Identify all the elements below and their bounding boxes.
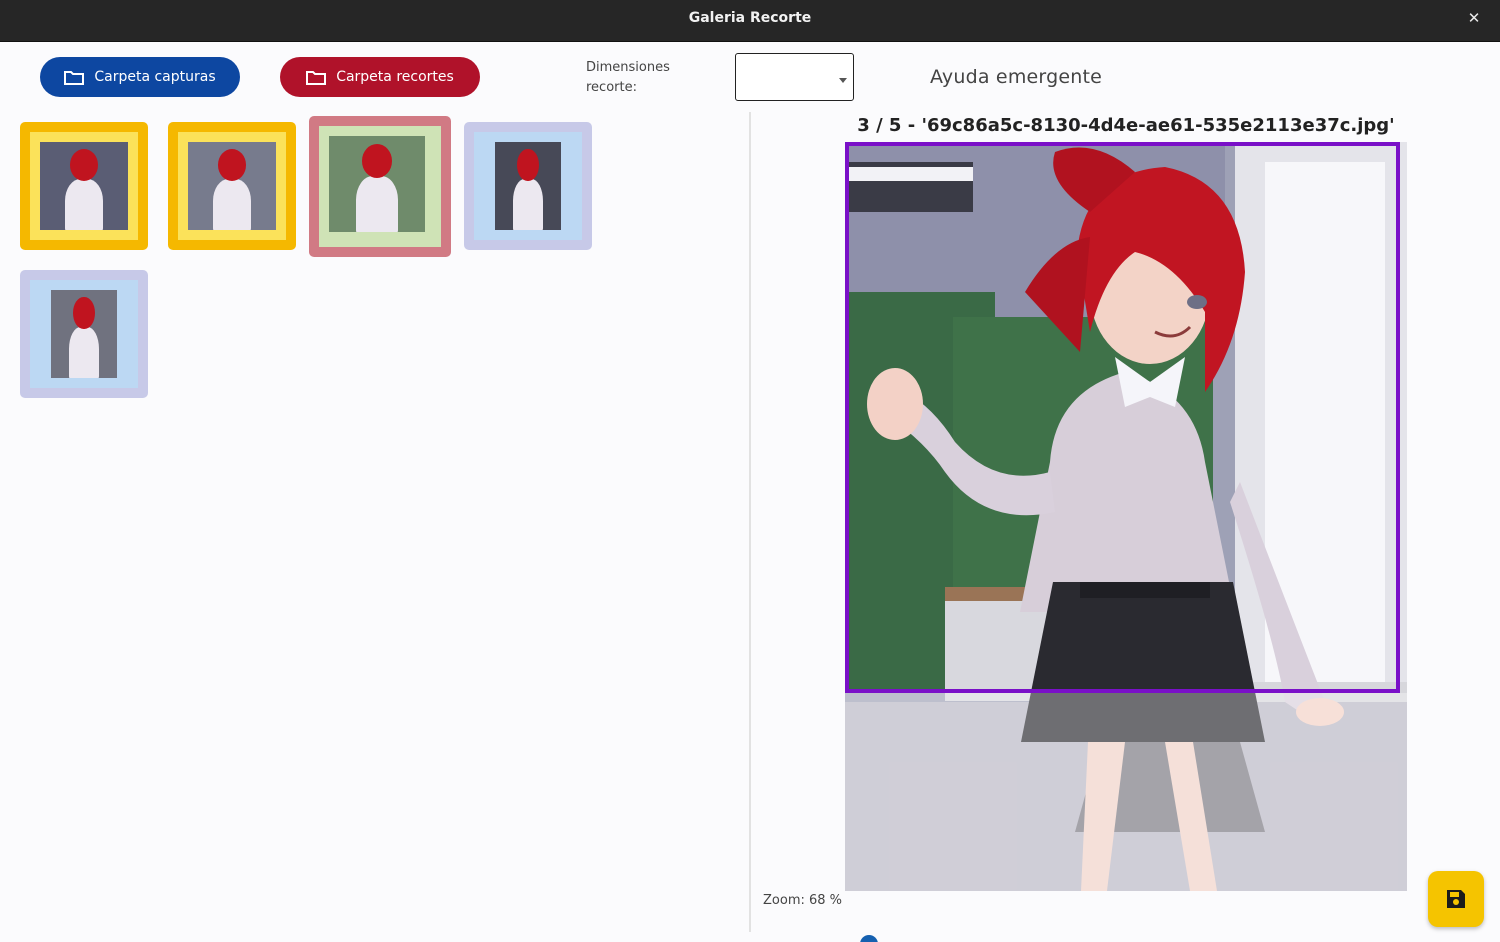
outside-crop-overlay: [845, 693, 1407, 891]
zoom-slider[interactable]: [860, 935, 880, 942]
zoom-slider-handle[interactable]: [860, 935, 878, 942]
thumbnail-5[interactable]: [20, 270, 148, 398]
crop-selection-frame[interactable]: [845, 142, 1400, 693]
title-bar: Galeria Recorte ✕: [0, 0, 1500, 42]
window-title: Galeria Recorte: [688, 10, 812, 26]
captures-folder-button[interactable]: Carpeta capturas: [40, 57, 240, 97]
save-icon: [1447, 890, 1465, 908]
thumbnail-mat: [319, 126, 441, 247]
crops-folder-label: Carpeta recortes: [336, 69, 454, 85]
thumbnail-image: [188, 142, 276, 230]
thumbnail-4[interactable]: [464, 122, 592, 250]
panel-divider[interactable]: [749, 112, 751, 932]
thumbnail-mat: [30, 280, 138, 388]
crops-folder-button[interactable]: Carpeta recortes: [280, 57, 480, 97]
thumbnail-mat: [474, 132, 582, 240]
help-toggle-label[interactable]: Ayuda emergente: [930, 66, 1102, 88]
thumbnail-2[interactable]: [168, 122, 296, 250]
image-caption: 3 / 5 - '69c86a5c-8130-4d4e-ae61-535e211…: [857, 115, 1395, 136]
dimensions-select[interactable]: [735, 53, 854, 101]
zoom-label: Zoom: 68 %: [763, 893, 843, 908]
close-icon[interactable]: ✕: [1464, 8, 1484, 28]
thumbnail-image: [40, 142, 128, 230]
dropdown-caret-icon: [839, 78, 847, 83]
thumbnail-mat: [178, 132, 286, 240]
thumbnail-1[interactable]: [20, 122, 148, 250]
thumbnail-mat: [30, 132, 138, 240]
captures-folder-label: Carpeta capturas: [94, 69, 216, 85]
folder-icon: [306, 70, 327, 85]
dimensions-label: Dimensiones recorte:: [586, 60, 670, 95]
thumbnail-image: [495, 142, 561, 230]
folder-icon: [64, 70, 85, 85]
thumbnail-3[interactable]: [309, 116, 451, 257]
thumbnail-image: [51, 290, 117, 378]
thumbnail-image: [329, 136, 425, 232]
save-button[interactable]: [1428, 871, 1484, 927]
